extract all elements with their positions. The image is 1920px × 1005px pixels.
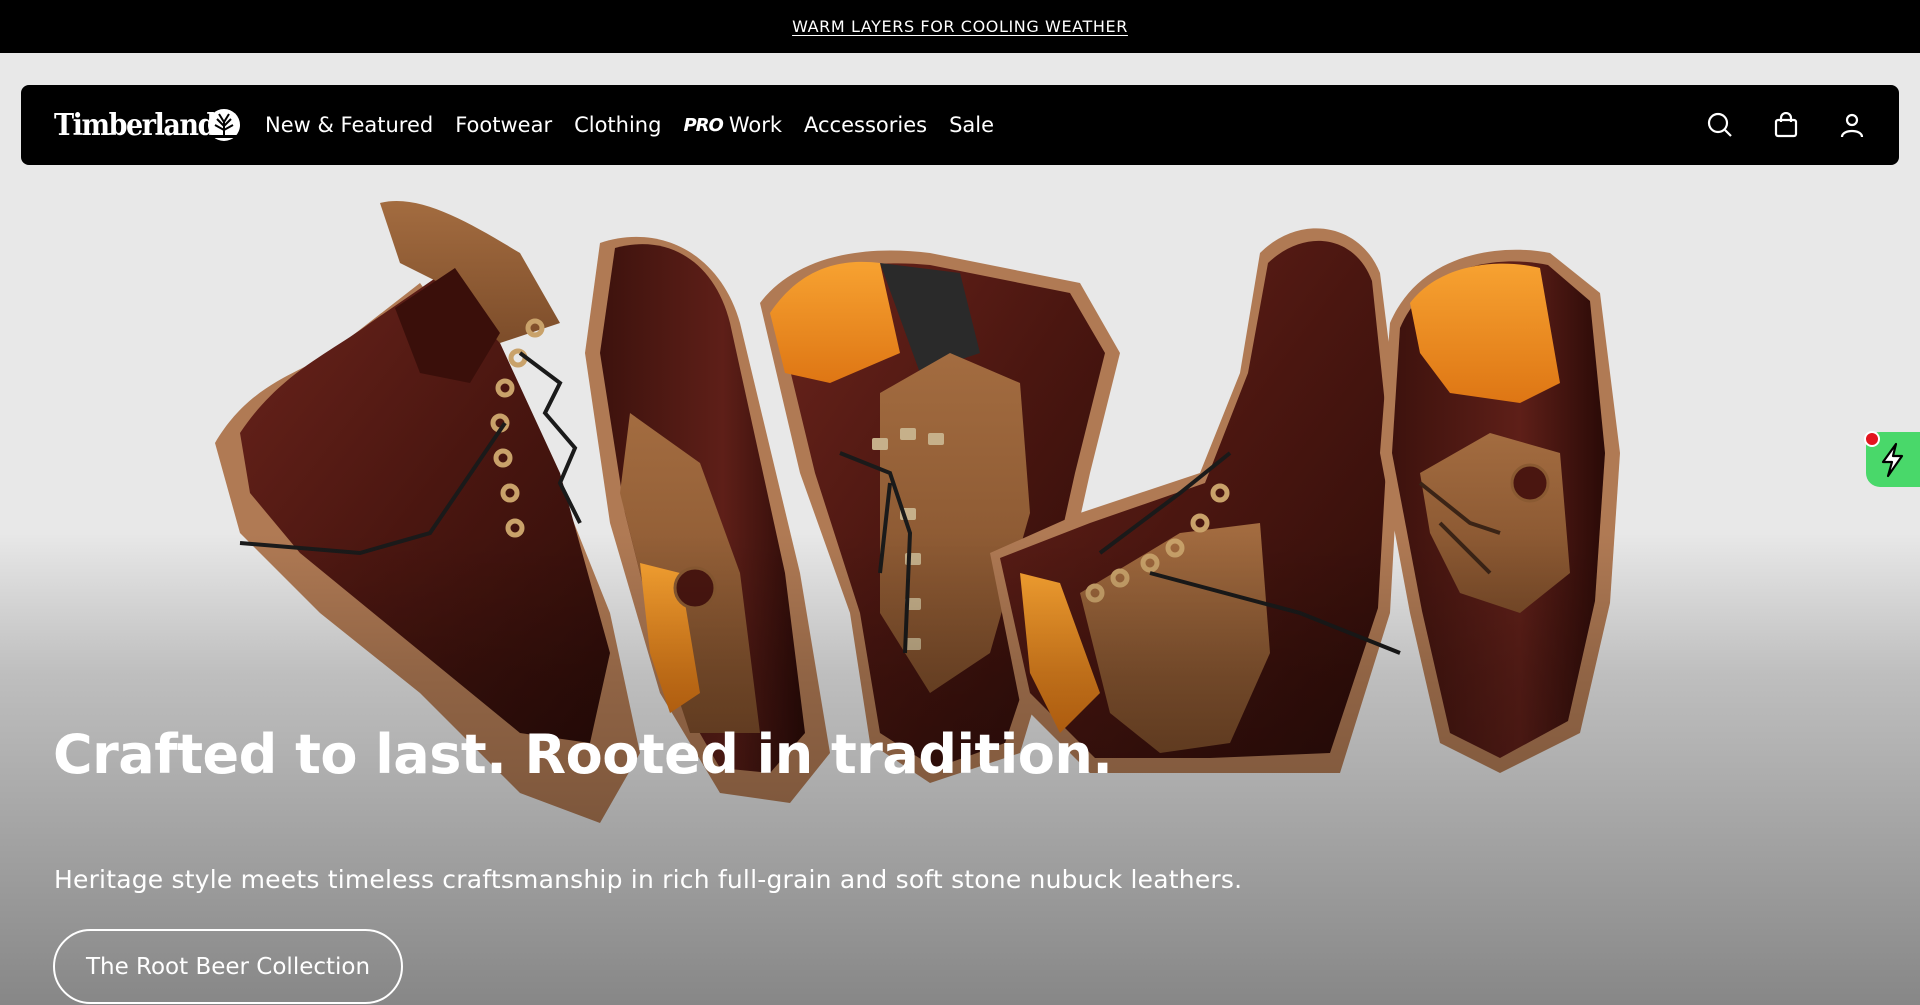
nav-links: New & Featured Footwear Clothing PRO Wor… bbox=[265, 113, 1016, 137]
nav-sale[interactable]: Sale bbox=[949, 113, 994, 137]
root-beer-collection-button[interactable]: The Root Beer Collection bbox=[53, 929, 403, 1004]
hero-banner: Crafted to last. Rooted in tradition. He… bbox=[0, 53, 1920, 1005]
nav-new-featured[interactable]: New & Featured bbox=[265, 113, 433, 137]
notification-dot bbox=[1864, 431, 1880, 447]
pro-badge: PRO bbox=[683, 114, 723, 136]
logo-wordmark: Timberland bbox=[54, 107, 217, 143]
search-icon[interactable] bbox=[1705, 110, 1735, 140]
promo-link[interactable]: WARM LAYERS FOR COOLING WEATHER bbox=[792, 17, 1128, 36]
nav-icons bbox=[1669, 110, 1867, 140]
account-icon[interactable] bbox=[1837, 110, 1867, 140]
hero-title: Crafted to last. Rooted in tradition. bbox=[53, 723, 1113, 786]
nav-clothing[interactable]: Clothing bbox=[574, 113, 661, 137]
main-navigation: Timberland New & Featured Footwear Cloth… bbox=[21, 85, 1899, 165]
timberland-logo[interactable]: Timberland bbox=[54, 108, 241, 143]
hero-subtitle: Heritage style meets timeless craftsmans… bbox=[54, 865, 1243, 894]
promo-bar: WARM LAYERS FOR COOLING WEATHER bbox=[0, 0, 1920, 53]
lightning-icon bbox=[1881, 442, 1904, 477]
nav-footwear[interactable]: Footwear bbox=[455, 113, 552, 137]
nav-work[interactable]: PRO Work bbox=[683, 113, 782, 137]
shopping-bag-icon[interactable] bbox=[1771, 110, 1801, 140]
nav-accessories[interactable]: Accessories bbox=[804, 113, 927, 137]
